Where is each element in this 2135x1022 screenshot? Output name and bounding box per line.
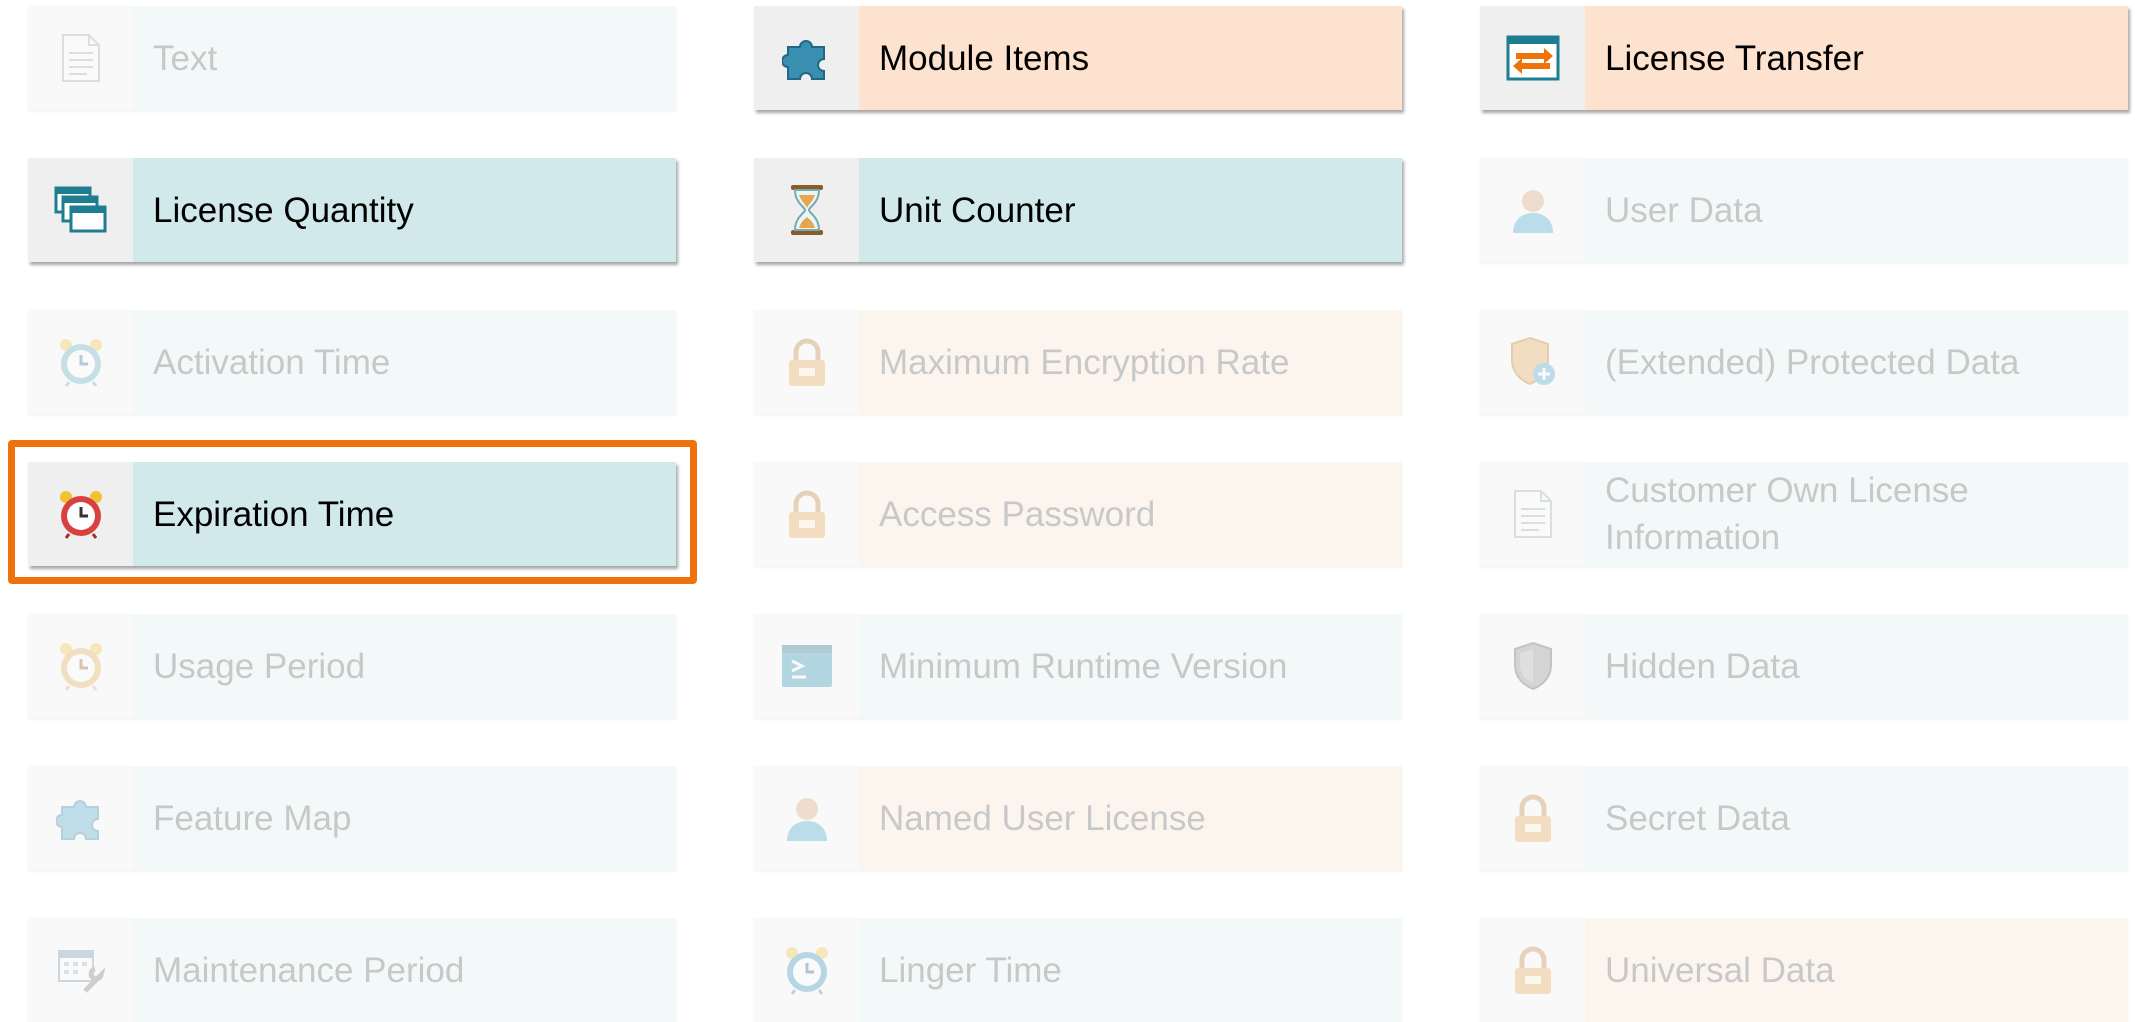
calendar-wrench-icon [28, 918, 133, 1022]
tile-label: License Transfer [1585, 6, 2128, 110]
tile-activation-time: Activation Time [28, 310, 676, 414]
tile-named-user-license: Named User License [754, 766, 1402, 870]
tile-maximum-encryption-rate: Maximum Encryption Rate [754, 310, 1402, 414]
tile-label: Named User License [859, 766, 1402, 870]
padlock-icon [754, 310, 859, 414]
document-icon [28, 6, 133, 110]
tile-universal-data: Universal Data [1480, 918, 2128, 1022]
tile-label: Usage Period [133, 614, 676, 718]
user-icon [1480, 158, 1585, 262]
tile-label: User Data [1585, 158, 2128, 262]
tile-access-password: Access Password [754, 462, 1402, 566]
tile-label: Hidden Data [1585, 614, 2128, 718]
tile-maintenance-period: Maintenance Period [28, 918, 676, 1022]
puzzle-icon [754, 6, 859, 110]
tile-feature-map: Feature Map [28, 766, 676, 870]
hourglass-icon [754, 158, 859, 262]
tile-label: Linger Time [859, 918, 1402, 1022]
shield-icon [1480, 614, 1585, 718]
tile-label: Maximum Encryption Rate [859, 310, 1402, 414]
tile-user-data: User Data [1480, 158, 2128, 262]
shield-plus-icon [1480, 310, 1585, 414]
tile-module-items[interactable]: Module Items [754, 6, 1402, 110]
tile-label: Access Password [859, 462, 1402, 566]
tile-label: Feature Map [133, 766, 676, 870]
stacked-windows-icon [28, 158, 133, 262]
tile-customer-own-license-information: Customer Own License Information [1480, 462, 2128, 566]
clock-icon [28, 614, 133, 718]
tile-label: Unit Counter [859, 158, 1402, 262]
padlock-icon [754, 462, 859, 566]
tile-extended-protected-data: (Extended) Protected Data [1480, 310, 2128, 414]
clock-icon [28, 310, 133, 414]
tile-label: Activation Time [133, 310, 676, 414]
tile-unit-counter[interactable]: Unit Counter [754, 158, 1402, 262]
user-icon [754, 766, 859, 870]
transfer-icon [1480, 6, 1585, 110]
tile-secret-data: Secret Data [1480, 766, 2128, 870]
tile-label: License Quantity [133, 158, 676, 262]
puzzle-icon [28, 766, 133, 870]
selection-highlight [8, 440, 697, 584]
tile-license-quantity[interactable]: License Quantity [28, 158, 676, 262]
tile-license-transfer[interactable]: License Transfer [1480, 6, 2128, 110]
padlock-icon [1480, 918, 1585, 1022]
document-icon [1480, 462, 1585, 566]
tile-label: Customer Own License Information [1585, 462, 2128, 566]
padlock-icon [1480, 766, 1585, 870]
tile-text: Text [28, 6, 676, 110]
tile-linger-time: Linger Time [754, 918, 1402, 1022]
tile-label: Universal Data [1585, 918, 2128, 1022]
tile-label: Module Items [859, 6, 1402, 110]
console-window-icon [754, 614, 859, 718]
tile-label: Minimum Runtime Version [859, 614, 1402, 718]
tile-usage-period: Usage Period [28, 614, 676, 718]
tile-hidden-data: Hidden Data [1480, 614, 2128, 718]
tile-label: Text [133, 6, 676, 110]
tile-minimum-runtime-version: Minimum Runtime Version [754, 614, 1402, 718]
tile-label: (Extended) Protected Data [1585, 310, 2128, 414]
tile-label: Secret Data [1585, 766, 2128, 870]
tile-label: Maintenance Period [133, 918, 676, 1022]
clock-icon [754, 918, 859, 1022]
